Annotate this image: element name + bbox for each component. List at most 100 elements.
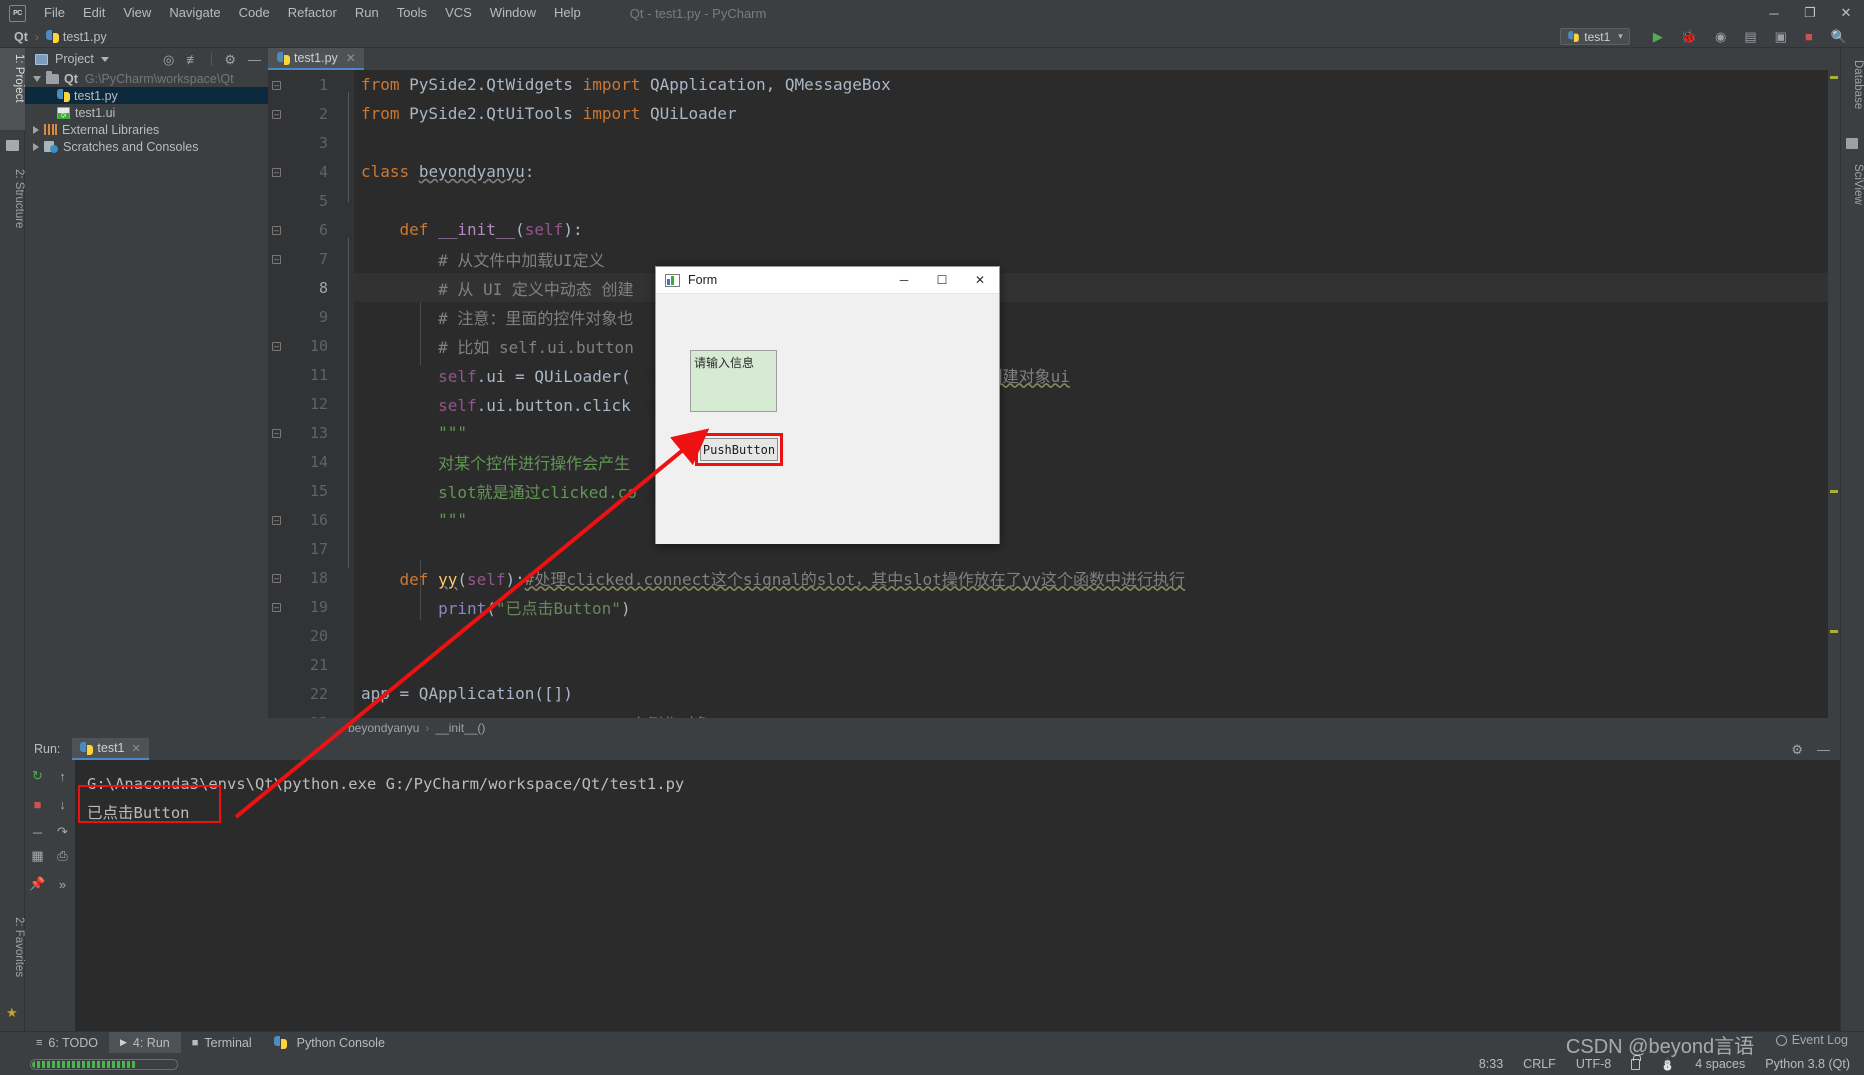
sidebar-tab-sciview-label: SciView <box>1852 164 1864 205</box>
chevron-collapsed-icon[interactable] <box>33 143 39 151</box>
bottom-tab-run-label: 4: Run <box>133 1036 170 1050</box>
menu-vcs[interactable]: VCS <box>436 0 481 26</box>
fold-marker[interactable]: – <box>272 574 281 583</box>
tree-item-qt[interactable]: Qt G:\PyCharm\workspace\Qt <box>25 70 268 87</box>
menu-code[interactable]: Code <box>230 0 279 26</box>
close-icon[interactable]: ✕ <box>132 742 141 755</box>
sidebar-tab-favorites[interactable]: 2: Favorites <box>0 911 25 1001</box>
qt-form-text-edit[interactable]: 请输入信息 <box>690 350 777 412</box>
bottom-tab-run[interactable]: ▶ 4: Run <box>109 1032 181 1054</box>
menu-tools[interactable]: Tools <box>388 0 436 26</box>
maximize-button[interactable]: ❐ <box>1792 0 1828 26</box>
stop-icon[interactable]: ■ <box>25 792 50 816</box>
tree-item-test1-py[interactable]: test1.py <box>25 87 268 104</box>
menu-edit[interactable]: Edit <box>74 0 114 26</box>
warning-marker[interactable] <box>1830 630 1838 633</box>
bottom-tab-terminal[interactable]: ■ Terminal <box>181 1032 263 1054</box>
editor-tab-test1-py[interactable]: test1.py ✕ <box>268 48 364 70</box>
menu-window[interactable]: Window <box>481 0 545 26</box>
chevron-down-icon[interactable] <box>101 57 109 62</box>
hector-icon[interactable]: ⛄ <box>1660 1057 1675 1071</box>
fold-marker[interactable]: – <box>272 516 281 525</box>
grid-icon[interactable]: ▦ <box>25 844 50 868</box>
sidebar-tab-database[interactable]: Database <box>1840 54 1864 126</box>
settings-gear-icon[interactable]: ⚙ <box>1791 743 1803 756</box>
bottom-tab-python-console[interactable]: Python Console <box>263 1032 396 1054</box>
unlocked-icon[interactable] <box>1631 1059 1640 1070</box>
sidebar-tab-structure[interactable]: 2: Structure <box>0 163 25 258</box>
print-icon[interactable]: ⎙ <box>50 844 75 868</box>
run-panel-label: Run: <box>34 742 60 756</box>
breadcrumb-class[interactable]: beyondyanyu <box>348 721 419 735</box>
close-icon[interactable]: ✕ <box>346 51 356 65</box>
qt-form-minimize-button[interactable]: ─ <box>885 267 923 294</box>
profile-icon[interactable]: ▤ <box>1744 29 1756 45</box>
menu-help[interactable]: Help <box>545 0 590 26</box>
line-number: 3 <box>268 134 328 152</box>
tree-item-test1-ui[interactable]: test1.ui <box>25 104 268 121</box>
breadcrumb-method[interactable]: __init__() <box>435 721 485 735</box>
qt-form-dialog[interactable]: Form ─ ☐ ✕ 请输入信息 PushButton <box>655 266 1000 544</box>
fold-marker[interactable]: – <box>272 429 281 438</box>
code-editor[interactable]: 1 2 3 4 5 6 7 8 9 10 11 12 13 14 15 16 1… <box>268 70 1840 734</box>
breadcrumb-file[interactable]: test1.py <box>46 30 107 44</box>
down-icon[interactable]: ↓ <box>50 792 75 816</box>
sidebar-tab-project[interactable]: 1: Project <box>0 48 25 130</box>
fold-marker[interactable]: – <box>272 81 281 90</box>
fold-marker[interactable]: – <box>272 342 281 351</box>
hide-icon[interactable]: — <box>248 53 261 66</box>
warning-marker[interactable] <box>1830 490 1838 493</box>
fold-marker[interactable]: – <box>272 226 281 235</box>
chevron-expanded-icon[interactable] <box>33 76 41 82</box>
up-icon[interactable]: ↑ <box>50 764 75 788</box>
debug-icon[interactable]: 🐞 <box>1681 29 1697 45</box>
minimize-button[interactable]: ─ <box>1756 0 1792 26</box>
bottom-tab-todo[interactable]: ≡ 6: TODO <box>25 1032 109 1054</box>
hide-icon[interactable]: — <box>1817 743 1830 756</box>
fold-marker[interactable]: – <box>272 110 281 119</box>
caret-position[interactable]: 8:33 <box>1479 1057 1503 1071</box>
editor-marker-strip[interactable] <box>1828 70 1840 734</box>
indent-setting[interactable]: 4 spaces <box>1695 1057 1745 1071</box>
tree-item-external-libraries[interactable]: External Libraries <box>25 121 268 138</box>
rerun-icon[interactable]: ↻ <box>25 764 50 788</box>
close-button[interactable]: ✕ <box>1828 0 1864 26</box>
code-line-9: # 注意：里面的控件对象也 <box>354 302 1840 331</box>
soft-wrap-icon[interactable]: ↷ <box>50 820 75 844</box>
warning-marker[interactable] <box>1830 76 1838 79</box>
run-tab-test1[interactable]: test1 ✕ <box>72 738 148 760</box>
qt-form-maximize-button[interactable]: ☐ <box>923 267 961 294</box>
run-icon[interactable]: ▶ <box>1653 29 1663 45</box>
pin-tab-icon[interactable]: 📌 <box>25 872 50 896</box>
menu-view[interactable]: View <box>114 0 160 26</box>
menu-navigate[interactable]: Navigate <box>160 0 229 26</box>
expand-icon[interactable]: » <box>50 872 75 896</box>
code-text-area[interactable]: from PySide2.QtWidgets import QApplicati… <box>354 70 1840 734</box>
collapse-all-icon[interactable]: ≢ <box>186 53 199 66</box>
interpreter-setting[interactable]: Python 3.8 (Qt) <box>1765 1057 1850 1071</box>
menu-run[interactable]: Run <box>346 0 388 26</box>
sidebar-tab-sciview[interactable]: SciView <box>1840 158 1864 220</box>
python-file-icon <box>57 89 70 102</box>
attach-icon[interactable]: ▣ <box>1775 29 1787 45</box>
fold-marker[interactable]: – <box>272 255 281 264</box>
tree-item-scratches[interactable]: Scratches and Consoles <box>25 138 268 155</box>
stop-icon[interactable]: ■ <box>1805 29 1813 44</box>
run-configuration-selector[interactable]: test1 ▾ <box>1560 28 1630 45</box>
breadcrumb-root[interactable]: Qt <box>14 30 28 44</box>
fold-marker[interactable]: – <box>272 168 281 177</box>
event-log-button[interactable]: Event Log <box>1776 1033 1848 1047</box>
line-separator[interactable]: CRLF <box>1523 1057 1556 1071</box>
pin-icon[interactable]: ─ <box>25 820 50 844</box>
qt-form-close-button[interactable]: ✕ <box>961 267 999 294</box>
menu-file[interactable]: File <box>35 0 74 26</box>
file-encoding[interactable]: UTF-8 <box>1576 1057 1611 1071</box>
search-icon[interactable]: 🔍 <box>1831 29 1847 45</box>
coverage-icon[interactable]: ◉ <box>1715 29 1726 45</box>
fold-marker[interactable]: – <box>272 603 281 612</box>
locate-icon[interactable]: ◎ <box>163 53 174 66</box>
run-console[interactable]: G:\Anaconda3\envs\Qt\python.exe G:/PyCha… <box>75 760 1840 1031</box>
menu-refactor[interactable]: Refactor <box>279 0 346 26</box>
settings-gear-icon[interactable]: ⚙ <box>224 53 236 66</box>
chevron-collapsed-icon[interactable] <box>33 126 39 134</box>
